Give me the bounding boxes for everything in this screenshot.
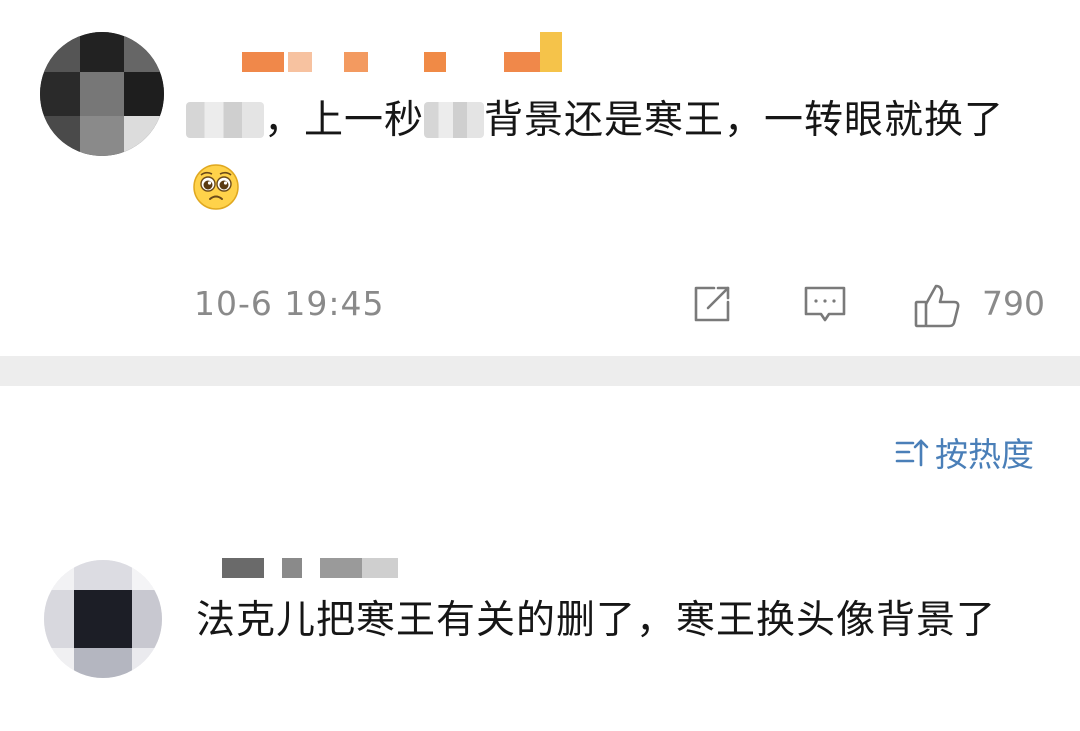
- pleading-face-icon: [192, 163, 240, 211]
- username-redacted[interactable]: [220, 540, 420, 580]
- comment-meta: 10-6 19:45 790: [0, 282, 1080, 332]
- sort-icon: [895, 439, 929, 467]
- comment-text: ，上一秒 背景还是寒王，一转眼就换了: [186, 86, 1056, 226]
- avatar[interactable]: [40, 32, 164, 156]
- comment-time: 10-6 19:45: [194, 284, 385, 323]
- share-icon[interactable]: [690, 282, 734, 326]
- comment-text-part-1: ，上一秒: [264, 98, 425, 143]
- sort-by-hot-button[interactable]: 按热度: [895, 430, 1034, 474]
- username-redacted[interactable]: [240, 32, 570, 72]
- avatar[interactable]: [44, 560, 162, 678]
- sort-label: 按热度: [935, 435, 1034, 474]
- comment-item[interactable]: 法克儿把寒王有关的删了，寒王换头像背景了: [0, 520, 1080, 731]
- redacted-text: [424, 102, 485, 138]
- section-divider: [0, 356, 1080, 386]
- comment-text: 法克儿把寒王有关的删了，寒王换头像背景了: [196, 598, 997, 643]
- comment-text-part-2: 背景还是寒王，一转眼就换了: [484, 98, 1005, 143]
- like-count: 790: [982, 284, 1045, 323]
- comment-item[interactable]: ，上一秒 背景还是寒王，一转眼就换了 10-6 19:45 790: [0, 0, 1080, 356]
- redacted-text: [186, 102, 264, 138]
- like-icon[interactable]: [912, 282, 962, 330]
- comment-icon[interactable]: [802, 282, 848, 328]
